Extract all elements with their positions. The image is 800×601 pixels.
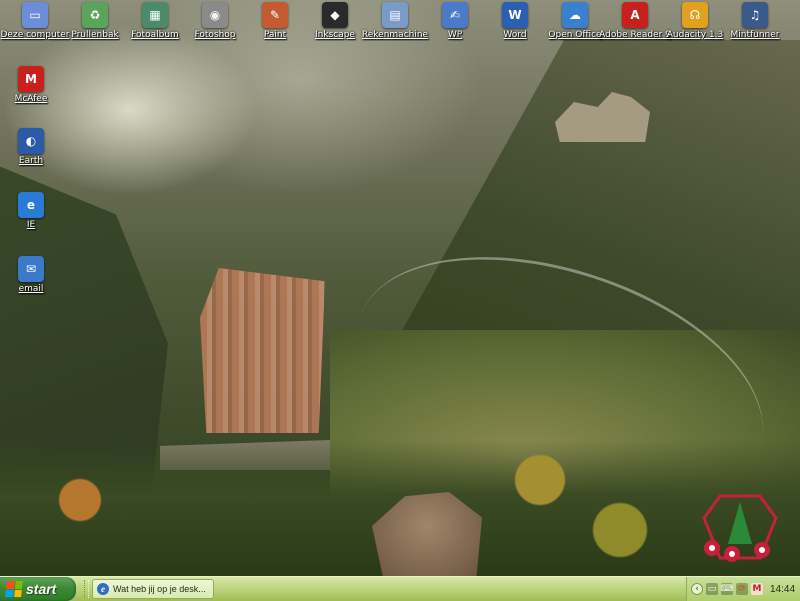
audacity-icon: ☊ (682, 2, 708, 28)
camera-icon: ◉ (202, 2, 228, 28)
adobe-reader-icon: A (622, 2, 648, 28)
desktop-icon-label: McAfee (14, 94, 48, 104)
tray-network-icon[interactable]: ▭ (706, 583, 718, 595)
calculator-icon: ▤ (382, 2, 408, 28)
system-tray: ‹ ▭ ⌨ ⟳ M 14:44 (686, 577, 800, 601)
tray-security-icon[interactable]: M (751, 583, 763, 595)
mintfunner-icon: ♫ (742, 2, 768, 28)
desktop-wallpaper[interactable] (0, 0, 800, 576)
desktop-icon-label: Mintfunner (730, 30, 780, 40)
taskbar: start e Wat heb jij op je desk... ‹ ▭ ⌨ ⟳ M… (0, 576, 800, 601)
taskbar-window-button[interactable]: e Wat heb jij op je desk... (92, 579, 214, 599)
recycle-bin-icon: ♻ (82, 2, 108, 28)
wallpaper-town (200, 268, 325, 433)
tray-keyboard-icon[interactable]: ⌨ (721, 583, 734, 595)
tray-update-icon[interactable]: ⟳ (736, 583, 748, 595)
windows-logo-icon (5, 581, 23, 597)
earth-icon: ◐ (18, 128, 44, 154)
word-icon: W (502, 2, 528, 28)
desktop-icon-label: email (18, 284, 44, 294)
tray-icon-group: ▭ ⌨ ⟳ M (706, 583, 763, 595)
mcafee-icon: M (18, 66, 44, 92)
desktop-icon-email[interactable]: ✉ email (0, 256, 70, 294)
desktop-icon-internet-explorer[interactable]: e IE (0, 192, 70, 230)
quick-launch-grip[interactable] (84, 580, 89, 598)
wallpaper-logo-icon (702, 494, 778, 562)
start-label: start (26, 581, 57, 597)
desktop-icon-label: IE (26, 220, 36, 230)
photo-album-icon: ▦ (142, 2, 168, 28)
paint-icon: ✎ (262, 2, 288, 28)
start-button[interactable]: start (0, 577, 76, 601)
desktop-icon-label: Earth (18, 156, 44, 166)
openoffice-icon: ☁ (562, 2, 588, 28)
clock[interactable]: 14:44 (770, 584, 795, 595)
wordpad-icon: ✍ (442, 2, 468, 28)
desktop-icon-mintfunner[interactable]: ♫ Mintfunner (716, 2, 794, 40)
desktop-icon-mcafee[interactable]: M McAfee (0, 66, 70, 104)
inkscape-icon: ◆ (322, 2, 348, 28)
show-hidden-icons-button[interactable]: ‹ (691, 583, 703, 595)
computer-icon: ▭ (22, 2, 48, 28)
email-icon: ✉ (18, 256, 44, 282)
internet-explorer-icon: e (18, 192, 44, 218)
taskbar-window-title: Wat heb jij op je desk... (113, 584, 206, 594)
internet-explorer-icon: e (97, 583, 109, 595)
desktop-icon-earth[interactable]: ◐ Earth (0, 128, 70, 166)
